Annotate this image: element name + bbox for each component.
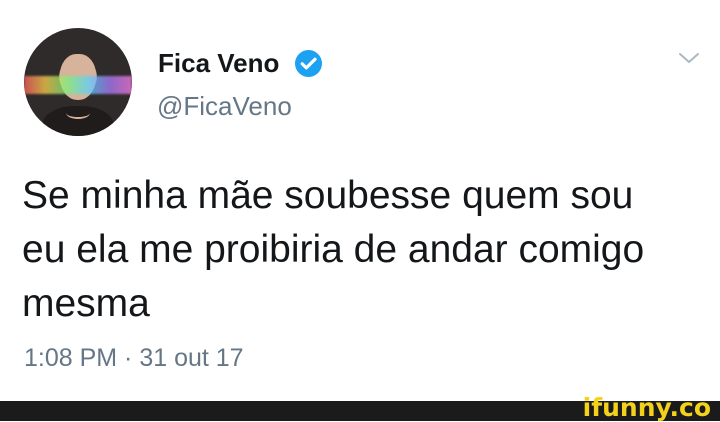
chevron-down-icon[interactable] bbox=[676, 48, 702, 68]
avatar[interactable] bbox=[24, 28, 132, 136]
tweet-text: Se minha mãe soubesse quem sou eu ela me… bbox=[22, 174, 645, 325]
tweet-card: Fica Veno @FicaVeno Se minha mãe soubess… bbox=[0, 0, 720, 401]
avatar-filter-effect bbox=[24, 76, 132, 94]
author-username[interactable]: @FicaVeno bbox=[157, 91, 292, 121]
avatar-necklace bbox=[66, 107, 90, 119]
ifunny-watermark: ifunny.co bbox=[582, 393, 711, 422]
verified-badge-icon bbox=[295, 50, 322, 77]
author-display-name[interactable]: Fica Veno bbox=[158, 48, 279, 78]
tweet-timestamp[interactable]: 1:08 PM · 31 out 17 bbox=[24, 343, 244, 373]
